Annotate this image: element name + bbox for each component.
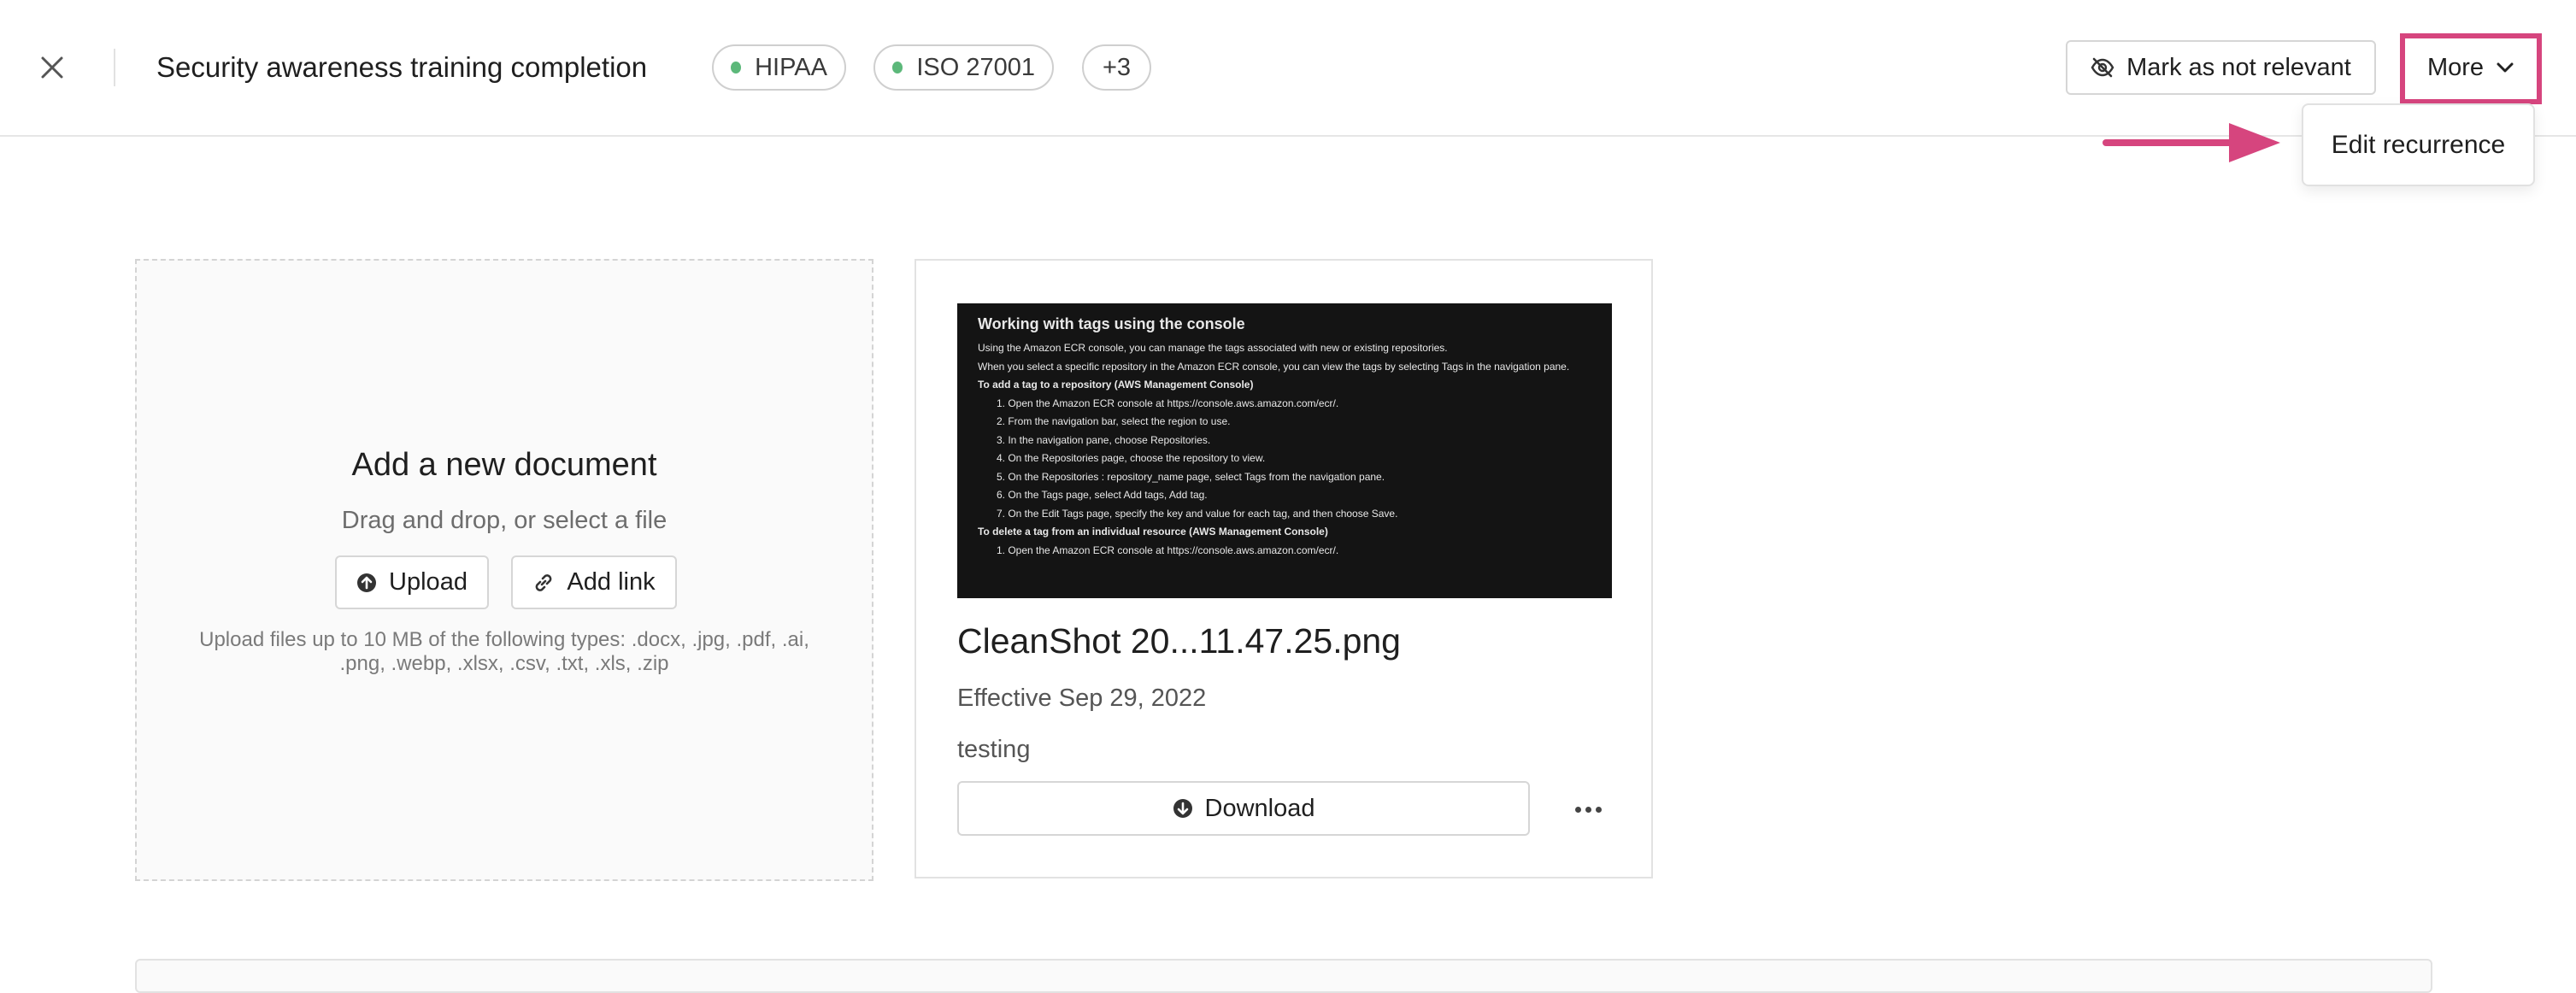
menu-item-edit-recurrence[interactable]: Edit recurrence <box>2332 131 2505 160</box>
document-thumbnail[interactable]: Working with tags using the console Usin… <box>957 303 1612 598</box>
thumbnail-step: 4. On the Repositories page, choose the … <box>997 452 1266 464</box>
document-name: CleanShot 20...11.47.25.png <box>957 621 1401 661</box>
thumbnail-title: Working with tags using the console <box>978 315 1245 332</box>
upload-title: Add a new document <box>351 447 657 483</box>
chip-label: ISO 27001 <box>916 53 1035 81</box>
more-dropdown-menu: Edit recurrence <box>2302 103 2535 186</box>
framework-chip-iso-27001[interactable]: ISO 27001 <box>873 44 1054 91</box>
eye-off-icon <box>2091 57 2114 78</box>
thumbnail-text: Using the Amazon ECR console, you can ma… <box>978 342 1448 354</box>
upload-file-types-note: Upload files up to 10 MB of the followin… <box>199 628 809 675</box>
upload-label: Upload <box>389 568 468 596</box>
document-description: testing <box>957 736 1031 763</box>
download-label: Download <box>1204 794 1315 822</box>
add-link-button[interactable]: Add link <box>511 555 677 609</box>
thumbnail-step: 7. On the Edit Tags page, specify the ke… <box>997 507 1398 520</box>
thumbnail-step: 1. Open the Amazon ECR console at https:… <box>997 397 1339 409</box>
page-title: Security awareness training completion <box>156 51 648 83</box>
mark-not-relevant-label: Mark as not relevant <box>2126 53 2351 81</box>
link-icon <box>532 572 555 594</box>
close-icon <box>41 56 63 79</box>
thumbnail-step: 1. Open the Amazon ECR console at https:… <box>997 544 1339 556</box>
thumbnail-step: 5. On the Repositories : repository_name… <box>997 470 1385 483</box>
more-frameworks-chip[interactable]: +3 <box>1082 44 1151 91</box>
thumbnail-step: 3. In the navigation pane, choose Reposi… <box>997 433 1211 446</box>
download-icon <box>1173 798 1193 819</box>
thumbnail-step: 2. From the navigation bar, select the r… <box>997 415 1231 427</box>
thumbnail-text: When you select a specific repository in… <box>978 360 1570 373</box>
more-options-icon[interactable] <box>1569 792 1607 826</box>
chip-label: HIPAA <box>755 53 827 81</box>
pointer-arrow-icon <box>2103 123 2280 162</box>
download-button[interactable]: Download <box>957 781 1530 836</box>
status-dot-icon <box>892 62 903 73</box>
framework-chip-hipaa[interactable]: HIPAA <box>712 44 846 91</box>
upload-icon <box>356 573 377 593</box>
document-card: Working with tags using the console Usin… <box>915 259 1653 878</box>
header-divider <box>114 49 115 86</box>
more-button-highlight <box>2400 33 2542 104</box>
close-button[interactable] <box>31 46 74 89</box>
thumbnail-heading: To add a tag to a repository (AWS Manage… <box>978 379 1254 391</box>
upload-subtitle: Drag and drop, or select a file <box>341 507 668 534</box>
thumbnail-step: 6. On the Tags page, select Add tags, Ad… <box>997 489 1208 501</box>
upload-button[interactable]: Upload <box>335 555 489 609</box>
thumbnail-heading: To delete a tag from an individual resou… <box>978 526 1328 538</box>
add-link-label: Add link <box>567 568 656 596</box>
document-effective-date: Effective Sep 29, 2022 <box>957 685 1207 712</box>
mark-not-relevant-button[interactable]: Mark as not relevant <box>2066 40 2376 95</box>
status-dot-icon <box>731 62 742 73</box>
chip-label: +3 <box>1102 53 1132 81</box>
upload-dropzone[interactable]: Add a new document Drag and drop, or sel… <box>135 259 873 881</box>
header-bar: Security awareness training completion H… <box>0 0 2576 137</box>
bottom-panel <box>135 959 2432 993</box>
